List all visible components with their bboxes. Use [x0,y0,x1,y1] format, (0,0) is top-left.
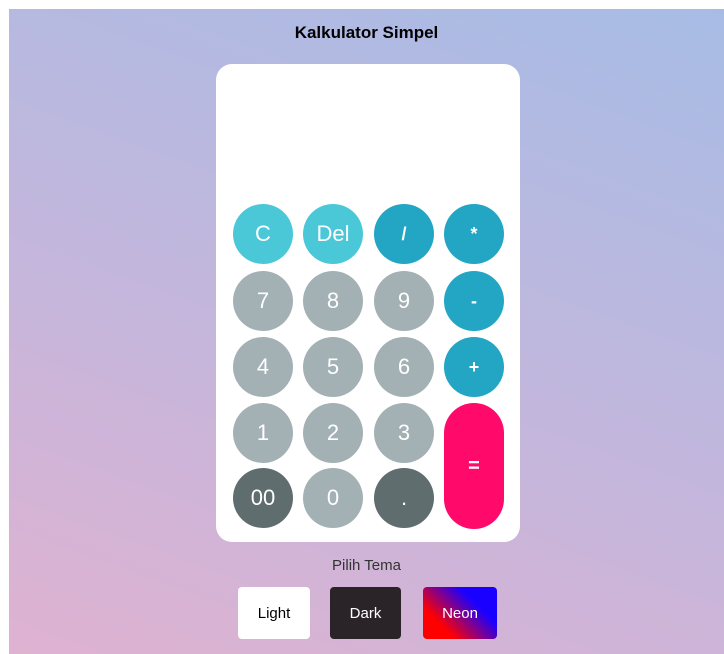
minus-button[interactable]: - [444,271,504,331]
plus-button[interactable]: + [444,337,504,397]
theme-label: Pilih Tema [332,557,401,574]
double-zero-button[interactable]: 00 [233,468,293,528]
calculator-panel: C Del / * 7 8 9 - 4 5 6 + 1 2 3 = 00 0 . [216,64,520,542]
divide-button[interactable]: / [374,204,434,264]
theme-neon-button[interactable]: Neon [423,587,497,639]
calculator-display [226,74,510,194]
delete-button[interactable]: Del [303,204,363,264]
clear-button[interactable]: C [233,204,293,264]
page-title: Kalkulator Simpel [294,23,439,42]
digit-7-button[interactable]: 7 [233,271,293,331]
theme-dark-button[interactable]: Dark [330,587,401,639]
digit-1-button[interactable]: 1 [233,403,293,463]
digit-9-button[interactable]: 9 [374,271,434,331]
digit-8-button[interactable]: 8 [303,271,363,331]
decimal-point-button[interactable]: . [374,468,434,528]
theme-light-button[interactable]: Light [238,587,310,639]
digit-2-button[interactable]: 2 [303,403,363,463]
equals-button[interactable]: = [444,403,504,529]
page-background: Kalkulator Simpel C Del / * 7 8 9 - 4 5 … [9,9,724,654]
digit-0-button[interactable]: 0 [303,468,363,528]
digit-4-button[interactable]: 4 [233,337,293,397]
digit-6-button[interactable]: 6 [374,337,434,397]
digit-3-button[interactable]: 3 [374,403,434,463]
multiply-button[interactable]: * [444,204,504,264]
digit-5-button[interactable]: 5 [303,337,363,397]
